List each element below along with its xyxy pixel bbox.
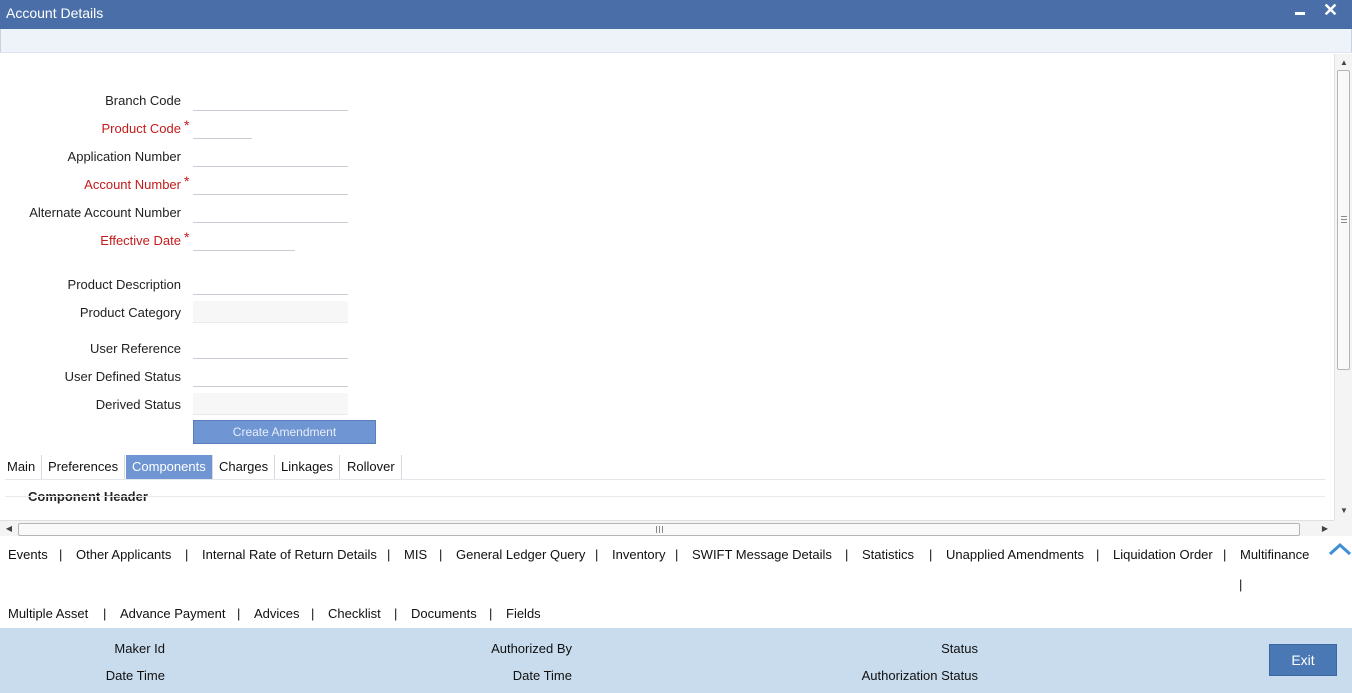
link-fields[interactable]: Fields xyxy=(506,606,541,621)
application-number-label: Application Number xyxy=(67,149,181,164)
window-title-bar: Account Details ✕ xyxy=(0,0,1352,29)
link-separator: | xyxy=(387,547,391,562)
link-separator: | xyxy=(439,547,443,562)
scroll-down-icon[interactable]: ▼ xyxy=(1338,506,1350,516)
derived-status-field xyxy=(193,393,348,415)
tab-preferences[interactable]: Preferences xyxy=(42,455,126,479)
branch-code-label: Branch Code xyxy=(105,93,181,108)
product-code-label: Product Code xyxy=(101,121,182,136)
application-number-field[interactable] xyxy=(193,145,348,167)
required-marker: * xyxy=(184,173,190,189)
branch-code-field[interactable] xyxy=(193,89,348,111)
chevron-up-icon[interactable] xyxy=(1328,542,1352,556)
account-number-field[interactable] xyxy=(193,173,348,195)
tab-main[interactable]: Main xyxy=(1,455,43,479)
grip-icon xyxy=(1341,216,1347,223)
link-separator: | xyxy=(489,606,493,621)
vertical-scrollbar[interactable]: ▲ ▼ xyxy=(1334,54,1352,520)
auth-date-time-label: Date Time xyxy=(512,668,572,683)
link-events[interactable]: Events xyxy=(8,547,48,562)
product-category-label: Product Category xyxy=(79,305,181,320)
link-separator: | xyxy=(311,606,315,621)
link-separator: | xyxy=(1223,547,1227,562)
link-separator: | xyxy=(59,547,63,562)
tab-linkages[interactable]: Linkages xyxy=(275,455,341,479)
scroll-left-icon[interactable]: ◀ xyxy=(4,523,14,535)
link-multifinance[interactable]: Multifinance xyxy=(1240,547,1309,562)
toolbar-strip xyxy=(0,29,1352,53)
maker-id-label: Maker Id xyxy=(114,641,165,656)
user-defined-status-label: User Defined Status xyxy=(64,369,181,384)
link-separator: | xyxy=(394,606,398,621)
authorized-by-label: Authorized By xyxy=(491,641,572,656)
alternate-account-number-field[interactable] xyxy=(193,201,348,223)
tab-underline xyxy=(5,479,1325,480)
create-amendment-button[interactable]: Create Amendment xyxy=(193,420,376,444)
alternate-account-number-label: Alternate Account Number xyxy=(29,205,181,220)
effective-date-label: Effective Date xyxy=(100,233,181,248)
account-number-label: Account Number xyxy=(84,177,181,192)
user-reference-label: User Reference xyxy=(89,341,181,356)
link-general-ledger-query[interactable]: General Ledger Query xyxy=(456,547,585,562)
link-other-applicants[interactable]: Other Applicants xyxy=(76,547,171,562)
product-category-field xyxy=(193,301,348,323)
link-unapplied-amendments[interactable]: Unapplied Amendments xyxy=(946,547,1084,562)
link-statistics[interactable]: Statistics xyxy=(862,547,914,562)
link-separator: | xyxy=(237,606,241,621)
tab-charges[interactable]: Charges xyxy=(213,455,276,479)
link-documents[interactable]: Documents xyxy=(411,606,477,621)
tab-components[interactable]: Components xyxy=(126,455,213,479)
link-separator: | xyxy=(929,547,933,562)
status-label: Status xyxy=(941,641,978,656)
close-icon[interactable]: ✕ xyxy=(1323,0,1338,20)
link-inventory[interactable]: Inventory xyxy=(612,547,665,562)
minimize-icon[interactable] xyxy=(1294,0,1308,26)
link-separator: | xyxy=(1096,547,1100,562)
audit-footer: Maker Id Date Time Authorized By Date Ti… xyxy=(0,628,1352,693)
link-internal-rate-of-return[interactable]: Internal Rate of Return Details xyxy=(202,547,377,562)
user-defined-status-field[interactable] xyxy=(193,365,348,387)
link-separator: | xyxy=(675,547,679,562)
subsystem-links: Events | Other Applicants | Internal Rat… xyxy=(0,536,1352,628)
window-title: Account Details xyxy=(6,5,104,21)
section-divider xyxy=(5,496,1325,497)
link-multiple-asset[interactable]: Multiple Asset xyxy=(8,606,88,621)
derived-status-label: Derived Status xyxy=(95,397,181,412)
product-description-label: Product Description xyxy=(67,277,181,292)
link-checklist[interactable]: Checklist xyxy=(328,606,381,621)
tab-rollover[interactable]: Rollover xyxy=(341,455,402,479)
product-code-field[interactable] xyxy=(193,117,252,139)
horizontal-scrollbar[interactable]: ◀ ▶ xyxy=(0,520,1334,536)
horizontal-scroll-thumb[interactable] xyxy=(18,523,1300,536)
effective-date-field[interactable] xyxy=(193,229,295,251)
link-advance-payment[interactable]: Advance Payment xyxy=(120,606,226,621)
link-mis[interactable]: MIS xyxy=(404,547,427,562)
scroll-right-icon[interactable]: ▶ xyxy=(1320,523,1330,535)
user-reference-field[interactable] xyxy=(193,337,348,359)
vertical-scroll-thumb[interactable] xyxy=(1337,70,1350,370)
maker-date-time-label: Date Time xyxy=(105,668,165,683)
link-swift-message-details[interactable]: SWIFT Message Details xyxy=(692,547,832,562)
required-marker: * xyxy=(184,229,190,245)
link-separator: | xyxy=(1239,577,1243,592)
grip-icon xyxy=(656,526,663,533)
scroll-up-icon[interactable]: ▲ xyxy=(1338,58,1350,68)
link-separator: | xyxy=(103,606,107,621)
exit-button[interactable]: Exit xyxy=(1269,644,1337,676)
link-advices[interactable]: Advices xyxy=(254,606,300,621)
product-description-field[interactable] xyxy=(193,273,348,295)
form-area: Branch Code Product Code * Application N… xyxy=(1,54,1334,520)
link-liquidation-order[interactable]: Liquidation Order xyxy=(1113,547,1213,562)
scrollbar-corner xyxy=(1334,520,1352,536)
authorization-status-label: Authorization Status xyxy=(861,668,978,683)
link-separator: | xyxy=(595,547,599,562)
required-marker: * xyxy=(184,117,190,133)
link-separator: | xyxy=(185,547,189,562)
link-separator: | xyxy=(845,547,849,562)
